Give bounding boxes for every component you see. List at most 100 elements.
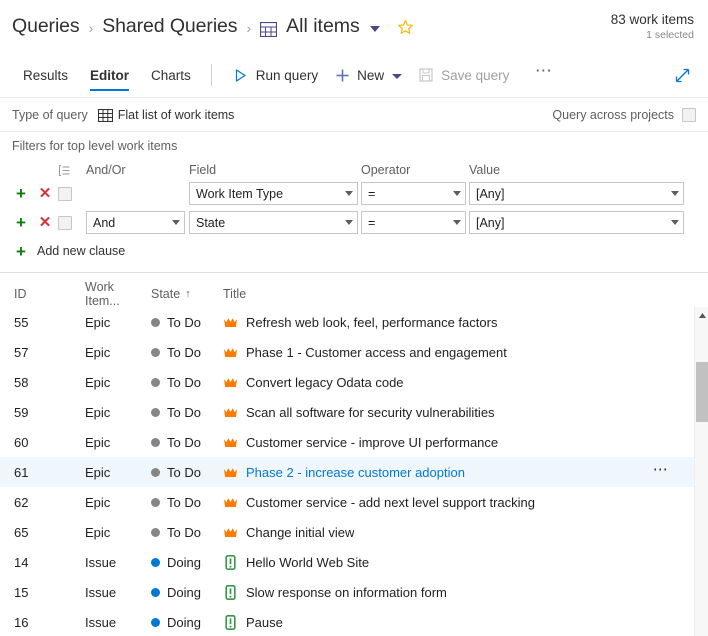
row-state: Doing <box>151 585 223 600</box>
chevron-down-icon[interactable] <box>392 73 403 79</box>
more-ellipsis-icon[interactable]: ⋯ <box>527 59 561 91</box>
table-row[interactable]: 16 Issue Doing Pause <box>0 607 694 636</box>
add-clause-icon[interactable]: + <box>12 214 30 232</box>
scrollbar-thumb[interactable] <box>696 362 708 422</box>
table-row[interactable]: 15 Issue Doing Slow response on information… <box>0 577 694 607</box>
row-title[interactable]: Scan all software for security vulnerabi… <box>246 405 495 420</box>
query-across-projects-checkbox[interactable] <box>682 107 696 122</box>
scroll-up-arrow-icon[interactable] <box>695 309 708 321</box>
breadcrumb: Queries › Shared Queries › All items 83 … <box>0 0 708 53</box>
row-title[interactable]: Refresh web look, feel, performance fact… <box>246 315 497 330</box>
new-button[interactable]: New <box>326 59 410 91</box>
row-work-item-type: Issue <box>85 584 117 600</box>
new-label: New <box>357 67 385 83</box>
filters-section-label: Filters for top level work items <box>0 131 708 159</box>
state-dot-icon <box>151 467 160 477</box>
state-dot-icon <box>151 617 160 627</box>
command-divider <box>210 64 212 86</box>
breadcrumb-shared-queries[interactable]: Shared Queries <box>102 15 237 38</box>
row-context-menu-icon[interactable]: ⋯ <box>650 457 672 487</box>
row-title[interactable]: Convert legacy Odata code <box>246 375 404 390</box>
clause-value-dropdown[interactable]: [Any] <box>469 182 684 205</box>
grid-divider <box>0 272 708 273</box>
column-header-title[interactable]: Title <box>223 287 708 301</box>
issue-book-icon <box>223 614 238 630</box>
add-clause-icon[interactable]: + <box>12 185 30 203</box>
chevron-down-icon[interactable] <box>369 25 380 32</box>
clause-operator-dropdown[interactable]: = <box>361 211 466 234</box>
table-row[interactable]: 55 Epic To Do Refresh web look, feel, perfo… <box>0 307 694 337</box>
table-row[interactable]: 65 Epic To Do Change initial view <box>0 517 694 547</box>
column-header-id[interactable]: ID <box>0 287 85 301</box>
clause-andor-value: And <box>93 215 116 230</box>
chevron-down-icon <box>172 220 180 225</box>
epic-crown-icon <box>223 465 238 480</box>
filter-clause-row: + ✕ And State = [Any] <box>0 210 708 235</box>
results-scrollbar[interactable] <box>694 307 708 636</box>
row-state-label: To Do <box>167 524 201 540</box>
row-state: To Do <box>151 315 223 330</box>
tab-results[interactable]: Results <box>12 53 79 97</box>
breadcrumb-current-query[interactable]: All items <box>260 15 380 38</box>
row-work-item-type: Epic <box>85 314 111 330</box>
row-title[interactable]: Phase 2 - increase customer adoption <box>246 465 465 480</box>
save-floppy-icon <box>418 67 434 83</box>
state-dot-icon <box>151 407 160 417</box>
table-grid-icon <box>260 20 278 38</box>
table-row[interactable]: 61 Epic To Do Phase 2 - increase customer a… <box>0 457 694 487</box>
run-query-button[interactable]: Run query <box>225 59 326 91</box>
row-title[interactable]: Customer service - improve UI performanc… <box>246 435 498 450</box>
breadcrumb-queries[interactable]: Queries <box>12 15 80 38</box>
add-new-clause-button[interactable]: + Add new clause <box>0 239 708 263</box>
tab-charts[interactable]: Charts <box>140 53 202 97</box>
clause-andor-dropdown[interactable]: And <box>86 211 185 234</box>
clause-operator-value: = <box>368 186 376 201</box>
row-title[interactable]: Hello World Web Site <box>246 555 369 570</box>
table-row[interactable]: 62 Epic To Do Customer service - add next l… <box>0 487 694 517</box>
row-work-item-type: Issue <box>85 614 117 630</box>
row-state: Doing <box>151 555 223 570</box>
table-row[interactable]: 14 Issue Doing Hello World Web Site <box>0 547 694 577</box>
clause-field-dropdown[interactable]: Work Item Type <box>189 182 358 205</box>
table-row[interactable]: 59 Epic To Do Scan all software for securit… <box>0 397 694 427</box>
row-state: To Do <box>151 375 223 390</box>
row-title-cell: Phase 2 - increase customer adoption <box>223 465 694 480</box>
row-title[interactable]: Pause <box>246 615 283 630</box>
plus-icon <box>334 67 350 83</box>
remove-clause-icon[interactable]: ✕ <box>36 214 54 232</box>
table-row[interactable]: 60 Epic To Do Customer service - improve UI… <box>0 427 694 457</box>
clause-checkbox[interactable] <box>58 215 72 230</box>
expand-diagonal-icon[interactable] <box>668 61 696 89</box>
column-header-state[interactable]: State ↑ <box>151 287 223 301</box>
clause-operator-dropdown[interactable]: = <box>361 182 466 205</box>
table-row[interactable]: 57 Epic To Do Phase 1 - Customer access and… <box>0 337 694 367</box>
clause-field-value: Work Item Type <box>196 186 284 201</box>
row-title[interactable]: Slow response on information form <box>246 585 447 600</box>
clause-field-dropdown[interactable]: State <box>189 211 358 234</box>
row-state-label: To Do <box>167 344 201 360</box>
table-row[interactable]: 58 Epic To Do Convert legacy Odata code <box>0 367 694 397</box>
chevron-down-icon <box>345 191 353 196</box>
favorite-star-icon[interactable] <box>396 18 416 38</box>
row-title[interactable]: Change initial view <box>246 525 354 540</box>
state-dot-icon <box>151 497 160 507</box>
filter-clause-row: + ✕ Work Item Type = [Any] <box>0 181 708 206</box>
row-id: 58 <box>14 374 29 390</box>
breadcrumb-separator-2: › <box>246 19 252 36</box>
group-clauses-icon[interactable] <box>58 164 86 177</box>
work-items-total: 83 work items <box>610 12 694 27</box>
add-new-clause-label: Add new clause <box>37 244 126 258</box>
row-title[interactable]: Customer service - add next level suppor… <box>246 495 535 510</box>
remove-clause-icon[interactable]: ✕ <box>36 185 54 203</box>
work-item-count: 83 work items 1 selected <box>611 11 696 42</box>
row-title-cell: Customer service - improve UI performanc… <box>223 435 694 450</box>
clause-checkbox[interactable] <box>58 186 72 201</box>
row-id: 60 <box>14 434 29 450</box>
column-header-work-item-type[interactable]: Work Item... <box>85 280 151 308</box>
query-type-value[interactable]: Flat list of work items <box>97 108 234 123</box>
chevron-down-icon <box>345 220 353 225</box>
clause-value-dropdown[interactable]: [Any] <box>469 211 684 234</box>
row-id: 59 <box>14 404 29 420</box>
tab-editor[interactable]: Editor <box>79 53 140 97</box>
row-title[interactable]: Phase 1 - Customer access and engagement <box>246 345 507 360</box>
